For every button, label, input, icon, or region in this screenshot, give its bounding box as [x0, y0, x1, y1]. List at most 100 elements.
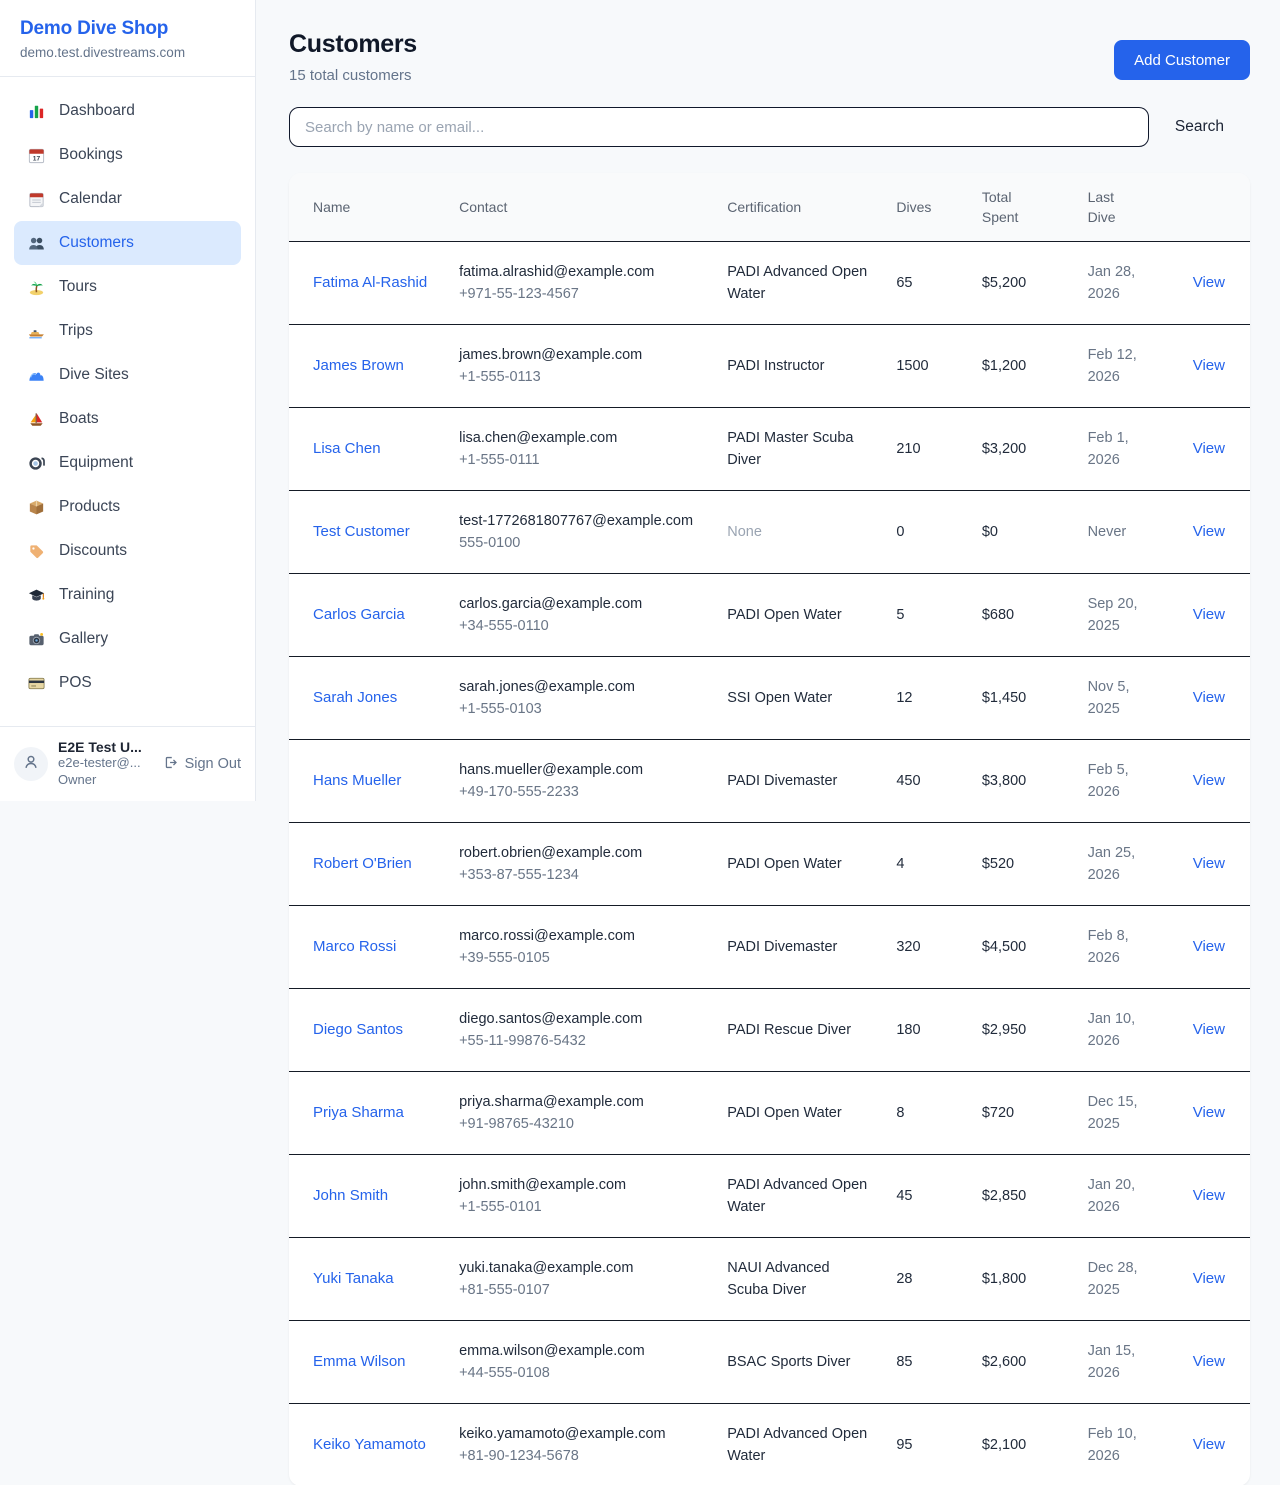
view-link[interactable]: View [1193, 689, 1225, 706]
column-header-contact: Contact [459, 173, 727, 242]
view-link[interactable]: View [1193, 606, 1225, 623]
sidebar-item-calendar[interactable]: Calendar [14, 177, 241, 221]
svg-text:17: 17 [32, 155, 40, 162]
sidebar-item-trips[interactable]: Trips [14, 309, 241, 353]
customer-name-link[interactable]: Lisa Chen [313, 440, 381, 457]
customer-name-link[interactable]: Carlos Garcia [313, 606, 405, 623]
sidebar-item-equipment[interactable]: Equipment [14, 441, 241, 485]
customer-name-link[interactable]: Emma Wilson [313, 1353, 406, 1370]
view-link[interactable]: View [1193, 357, 1225, 374]
customer-phone: +34-555-0110 [459, 615, 703, 637]
sidebar-item-discounts[interactable]: Discounts [14, 529, 241, 573]
customer-certification: PADI Instructor [727, 358, 824, 374]
customer-name-link[interactable]: Keiko Yamamoto [313, 1436, 426, 1453]
sign-out-icon [162, 754, 179, 775]
customer-certification: PADI Open Water [727, 1105, 841, 1121]
customer-email: test-1772681807767@example.com [459, 510, 703, 532]
shop-name: Demo Dive Shop [20, 18, 235, 40]
sidebar-item-customers[interactable]: Customers [14, 221, 241, 265]
customer-phone: +353-87-555-1234 [459, 864, 703, 886]
camera-icon [26, 629, 46, 649]
view-link[interactable]: View [1193, 772, 1225, 789]
view-link[interactable]: View [1193, 1353, 1225, 1370]
customer-name-link[interactable]: John Smith [313, 1187, 388, 1204]
customer-last-dive: Nov 5, 2025 [1088, 657, 1182, 740]
sidebar-item-bookings[interactable]: 17 Bookings [14, 133, 241, 177]
customer-dives: 5 [896, 574, 982, 657]
customer-email: robert.obrien@example.com [459, 842, 703, 864]
customer-last-dive: Feb 8, 2026 [1088, 906, 1182, 989]
view-link[interactable]: View [1193, 1021, 1225, 1038]
customer-dives: 65 [896, 242, 982, 325]
customer-dives: 8 [896, 1072, 982, 1155]
customer-name-link[interactable]: Robert O'Brien [313, 855, 412, 872]
user-email: e2e-tester@... [58, 755, 152, 772]
customer-name-link[interactable]: Sarah Jones [313, 689, 397, 706]
customer-name-link[interactable]: Priya Sharma [313, 1104, 404, 1121]
customer-email: hans.mueller@example.com [459, 759, 703, 781]
customer-name-link[interactable]: Marco Rossi [313, 938, 396, 955]
view-link[interactable]: View [1193, 1187, 1225, 1204]
customer-phone: +1-555-0103 [459, 698, 703, 720]
customer-dives: 320 [896, 906, 982, 989]
customer-certification: PADI Open Water [727, 856, 841, 872]
customer-phone: +1-555-0101 [459, 1196, 703, 1218]
customer-total-spent: $1,450 [982, 657, 1088, 740]
customer-dives: 12 [896, 657, 982, 740]
table-row: Robert O'Brien robert.obrien@example.com… [289, 823, 1250, 906]
customer-name-link[interactable]: Diego Santos [313, 1021, 403, 1038]
customer-email: fatima.alrashid@example.com [459, 261, 703, 283]
view-link[interactable]: View [1193, 1436, 1225, 1453]
customer-name-link[interactable]: Test Customer [313, 523, 410, 540]
column-header-dives: Dives [896, 173, 982, 242]
sidebar-item-gallery[interactable]: Gallery [14, 617, 241, 661]
customer-total-spent: $720 [982, 1072, 1088, 1155]
customer-total-spent: $2,850 [982, 1155, 1088, 1238]
sidebar-item-dive-sites[interactable]: Dive Sites [14, 353, 241, 397]
sign-out-button[interactable]: Sign Out [162, 754, 241, 775]
customer-name-link[interactable]: Fatima Al-Rashid [313, 274, 427, 291]
customer-name-link[interactable]: James Brown [313, 357, 404, 374]
customer-email: john.smith@example.com [459, 1174, 703, 1196]
customer-last-dive: Dec 28, 2025 [1088, 1238, 1182, 1321]
customer-last-dive: Feb 1, 2026 [1088, 408, 1182, 491]
credit-card-icon [26, 673, 46, 693]
customer-certification: PADI Open Water [727, 607, 841, 623]
main-content: Customers 15 total customers Add Custome… [256, 0, 1280, 1485]
search-button[interactable]: Search [1149, 118, 1250, 136]
dive-mask-icon [26, 453, 46, 473]
view-link[interactable]: View [1193, 1270, 1225, 1287]
customer-email: james.brown@example.com [459, 344, 703, 366]
customer-email: diego.santos@example.com [459, 1008, 703, 1030]
customer-certification: PADI Rescue Diver [727, 1022, 851, 1038]
customer-last-dive: Never [1088, 491, 1182, 574]
sidebar-item-products[interactable]: Products [14, 485, 241, 529]
sidebar-nav: Dashboard 17 Bookings Calendar Customers… [0, 77, 255, 726]
view-link[interactable]: View [1193, 1104, 1225, 1121]
speedboat-icon [26, 321, 46, 341]
view-link[interactable]: View [1193, 523, 1225, 540]
customer-total-spent: $2,950 [982, 989, 1088, 1072]
customer-last-dive: Feb 12, 2026 [1088, 325, 1182, 408]
view-link[interactable]: View [1193, 938, 1225, 955]
sidebar-item-training[interactable]: Training [14, 573, 241, 617]
table-row: Marco Rossi marco.rossi@example.com +39-… [289, 906, 1250, 989]
customer-last-dive: Feb 5, 2026 [1088, 740, 1182, 823]
customer-last-dive: Dec 15, 2025 [1088, 1072, 1182, 1155]
customer-total-spent: $4,500 [982, 906, 1088, 989]
customer-name-link[interactable]: Yuki Tanaka [313, 1270, 394, 1287]
view-link[interactable]: View [1193, 274, 1225, 291]
view-link[interactable]: View [1193, 440, 1225, 457]
sidebar-item-boats[interactable]: Boats [14, 397, 241, 441]
sidebar-item-tours[interactable]: Tours [14, 265, 241, 309]
customer-email: lisa.chen@example.com [459, 427, 703, 449]
customer-name-link[interactable]: Hans Mueller [313, 772, 401, 789]
customer-email: emma.wilson@example.com [459, 1340, 703, 1362]
sidebar-item-pos[interactable]: POS [14, 661, 241, 705]
customer-total-spent: $2,100 [982, 1404, 1088, 1485]
add-customer-button[interactable]: Add Customer [1114, 40, 1250, 80]
search-input[interactable] [289, 107, 1149, 147]
view-link[interactable]: View [1193, 855, 1225, 872]
customer-phone: 555-0100 [459, 532, 703, 554]
sidebar-item-dashboard[interactable]: Dashboard [14, 89, 241, 133]
